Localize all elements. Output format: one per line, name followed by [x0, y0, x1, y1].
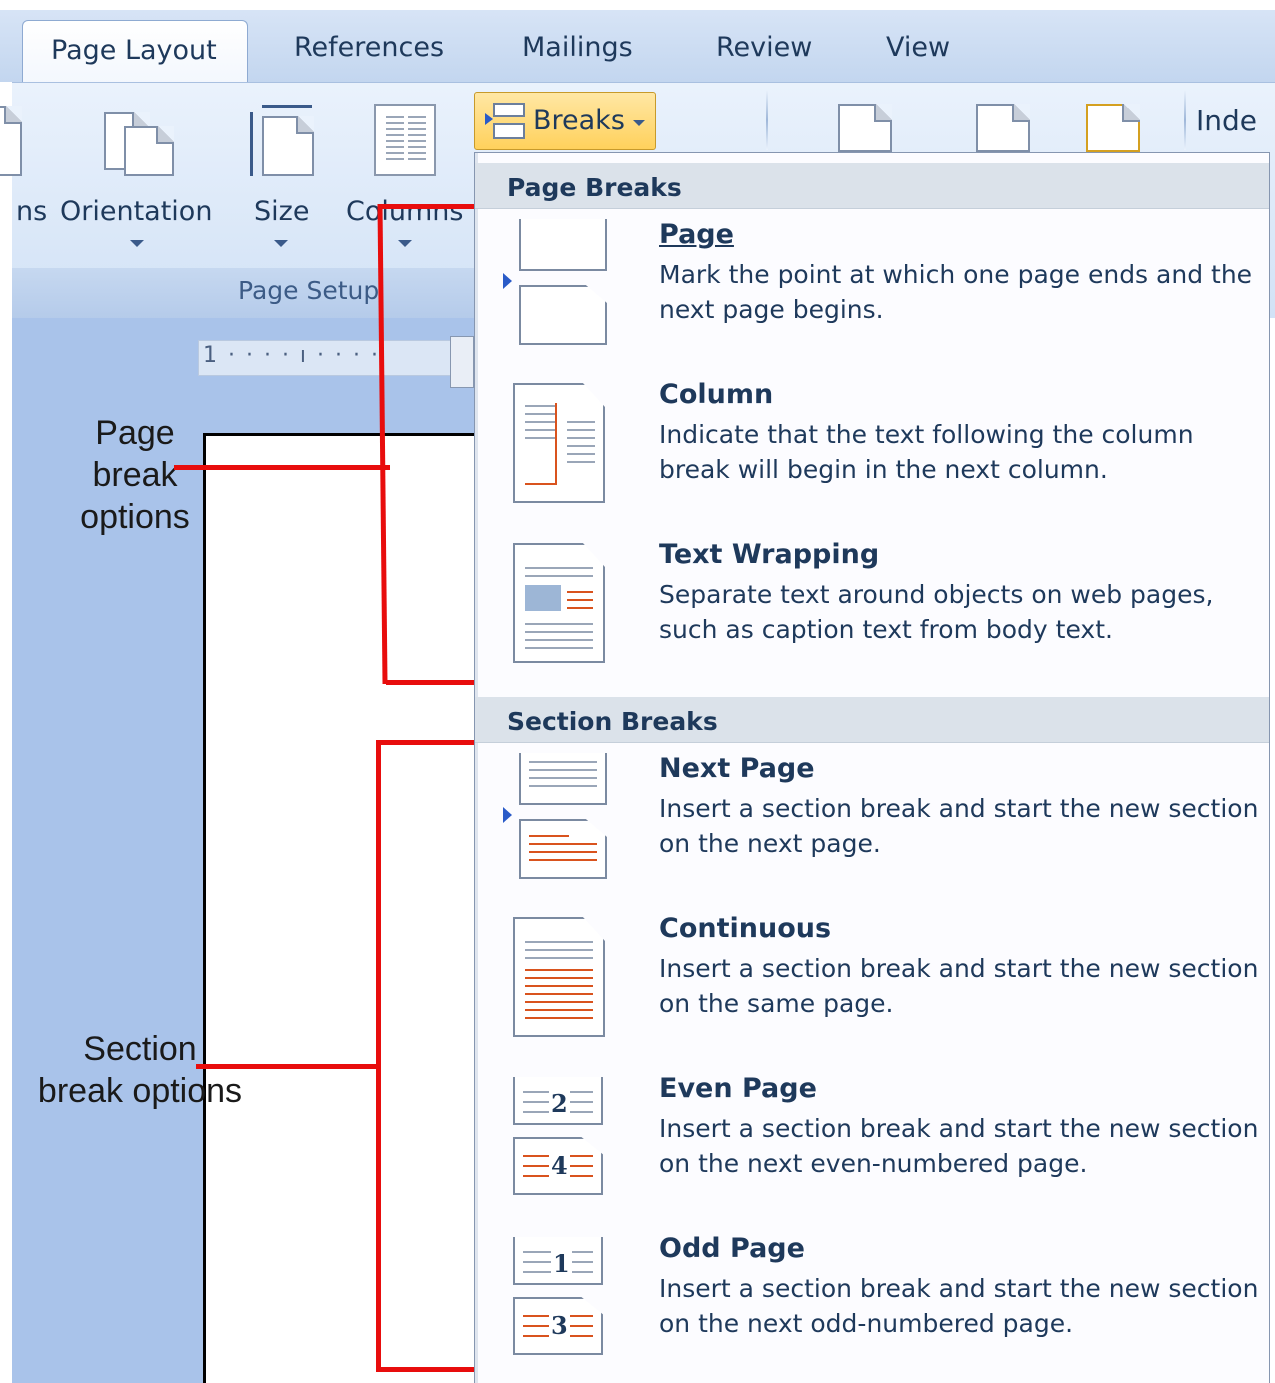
size-icon: [262, 116, 314, 176]
default-pointer-icon: [503, 273, 512, 289]
page-borders-icon[interactable]: [1086, 104, 1140, 152]
even-page-icon-number-top: 2: [549, 1089, 570, 1118]
odd-page-icon: 1 3: [513, 1237, 613, 1367]
ruler-ticks: 1 · · · · ı · · · ·: [203, 343, 380, 368]
document-page[interactable]: [203, 433, 474, 1383]
breaks-icon: [485, 101, 525, 141]
indent-marker-icon[interactable]: [450, 336, 474, 388]
tab-view[interactable]: View: [886, 32, 950, 63]
odd-page-description: Insert a section break and start the new…: [659, 1274, 1259, 1338]
size-ruler-icon: [250, 112, 253, 176]
breaks-dropdown-menu: Page Breaks Page Mark the point at which…: [474, 152, 1270, 1383]
orientation-icon-front: [124, 126, 174, 176]
continuous-title: Continuous: [659, 913, 832, 944]
page-break-description: Mark the point at which one page ends an…: [659, 260, 1253, 324]
next-page-description: Insert a section break and start the new…: [659, 794, 1259, 858]
indent-label: Inde: [1196, 104, 1258, 137]
tab-mailings[interactable]: Mailings: [522, 32, 633, 63]
ribbon-tab-bar: Page Layout References Mailings Review V…: [0, 0, 1275, 92]
page-break-annotation: Page break options: [80, 414, 190, 536]
size-ruler-top-icon: [262, 105, 312, 108]
menu-item-page-break[interactable]: Page Mark the point at which one page en…: [475, 219, 1269, 379]
continuous-description: Insert a section break and start the new…: [659, 954, 1259, 1018]
continuous-icon: [513, 917, 613, 1047]
odd-page-icon-number-top: 1: [551, 1249, 572, 1278]
ribbon-separator: [766, 90, 768, 150]
columns-icon: [374, 104, 436, 176]
next-page-title: Next Page: [659, 753, 815, 784]
even-page-description: Insert a section break and start the new…: [659, 1114, 1259, 1178]
breaks-dropdown-icon: [633, 120, 645, 126]
odd-page-icon-number-bottom: 3: [549, 1311, 570, 1340]
next-page-icon: [513, 753, 613, 883]
section-breaks-header: Section Breaks: [475, 697, 1269, 743]
even-page-icon-number-bottom: 4: [549, 1151, 570, 1180]
columns-dropdown-icon: [398, 240, 412, 247]
menu-item-odd-page[interactable]: 1 3 Odd Page Insert a section break and …: [475, 1233, 1269, 1383]
menu-item-even-page[interactable]: 2 4 Even Page Insert a section break and…: [475, 1073, 1269, 1233]
size-label: Size: [254, 196, 310, 227]
menu-item-text-wrapping[interactable]: Text Wrapping Separate text around objec…: [475, 539, 1269, 699]
column-break-icon: [513, 383, 613, 513]
breaks-label: Breaks: [533, 105, 625, 136]
size-dropdown-icon: [274, 240, 288, 247]
page-setup-group-label: Page Setup: [238, 276, 380, 305]
orientation-label: Orientation: [60, 196, 213, 227]
column-break-description: Indicate that the text following the col…: [659, 420, 1194, 484]
column-break-title: Column: [659, 379, 774, 410]
page-color-icon[interactable]: [976, 104, 1030, 152]
page-break-title: Page: [659, 219, 734, 250]
even-page-icon: 2 4: [513, 1077, 613, 1207]
default-pointer-icon: [503, 807, 512, 823]
text-wrapping-description: Separate text around objects on web page…: [659, 580, 1214, 644]
menu-item-next-page[interactable]: Next Page Insert a section break and sta…: [475, 753, 1269, 913]
breaks-button[interactable]: Breaks: [474, 92, 656, 150]
even-page-title: Even Page: [659, 1073, 817, 1104]
text-wrapping-title: Text Wrapping: [659, 539, 880, 570]
watermark-icon[interactable]: [838, 104, 892, 152]
orientation-dropdown-icon: [130, 240, 144, 247]
section-break-annotation: Section break options: [37, 1030, 243, 1110]
page-breaks-header: Page Breaks: [475, 163, 1269, 209]
tab-review[interactable]: Review: [716, 32, 812, 63]
text-wrapping-icon: [513, 543, 613, 673]
page-break-icon: [513, 219, 613, 349]
odd-page-title: Odd Page: [659, 1233, 805, 1264]
margins-button-label[interactable]: ns: [16, 196, 47, 227]
columns-label: Columns: [346, 196, 464, 227]
menu-item-continuous[interactable]: Continuous Insert a section break and st…: [475, 913, 1269, 1073]
tab-references[interactable]: References: [294, 32, 444, 63]
horizontal-ruler[interactable]: 1 · · · · ı · · · ·: [198, 340, 474, 376]
menu-item-column-break[interactable]: Column Indicate that the text following …: [475, 379, 1269, 539]
margins-icon[interactable]: [0, 106, 22, 176]
ribbon-separator: [1184, 90, 1186, 150]
